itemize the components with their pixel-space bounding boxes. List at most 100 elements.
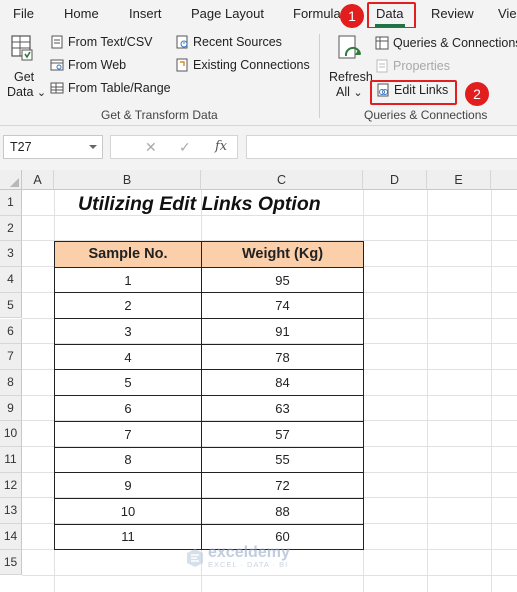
formula-bar: T27 ✕ ✓ fx — [0, 126, 517, 170]
row-header[interactable]: 3 — [0, 241, 22, 268]
header-sample-no[interactable]: Sample No. — [54, 241, 202, 268]
weight-cell[interactable]: 74 — [201, 292, 364, 320]
sample-no-cell[interactable]: 7 — [54, 420, 202, 448]
column-header-partial[interactable] — [491, 170, 517, 190]
weight-cell[interactable]: 57 — [201, 420, 364, 448]
get-transform-group-label: Get & Transform Data — [101, 108, 218, 122]
column-header-b[interactable]: B — [54, 170, 201, 190]
table-row: 6 63 — [54, 395, 364, 422]
refresh-all-label-2: All — [336, 85, 350, 99]
name-box-value: T27 — [10, 140, 32, 154]
cancel-icon[interactable]: ✕ — [145, 139, 157, 156]
existing-connections-label: Existing Connections — [193, 58, 310, 72]
select-all-corner[interactable] — [0, 170, 22, 190]
formula-buttons: ✕ ✓ fx — [110, 135, 238, 159]
tab-file[interactable]: File — [13, 6, 34, 21]
from-text-csv-button[interactable]: From Text/CSV — [50, 35, 153, 49]
get-data-label-1[interactable]: Get — [14, 70, 34, 84]
weight-cell[interactable]: 55 — [201, 446, 364, 474]
sample-no-cell[interactable]: 5 — [54, 369, 202, 397]
watermark-name: exceldemy — [208, 544, 290, 561]
table-row: 3 91 — [54, 318, 364, 345]
text-file-icon — [51, 35, 63, 49]
sample-no-cell[interactable]: 6 — [54, 395, 202, 422]
from-table-range-label: From Table/Range — [68, 81, 171, 95]
recent-sources-icon — [176, 35, 188, 49]
sample-no-cell[interactable]: 11 — [54, 523, 202, 551]
row-header[interactable]: 8 — [0, 369, 22, 396]
weight-cell[interactable]: 78 — [201, 343, 364, 371]
tab-insert[interactable]: Insert — [129, 6, 162, 21]
column-header-a[interactable]: A — [22, 170, 54, 190]
ribbon-panel: Get Data ⌄ From Text/CSV From Web From T… — [0, 28, 517, 126]
refresh-all-button[interactable]: All ⌄ — [336, 85, 363, 99]
sample-no-cell[interactable]: 9 — [54, 472, 202, 499]
get-data-icon[interactable] — [10, 34, 34, 64]
table-row: 9 72 — [54, 472, 364, 499]
insert-function-icon[interactable]: fx — [215, 139, 227, 154]
queries-connections-button[interactable]: Queries & Connections — [375, 36, 517, 50]
column-header-d[interactable]: D — [363, 170, 427, 190]
row-header[interactable]: 7 — [0, 344, 22, 370]
tab-page-layout[interactable]: Page Layout — [191, 6, 264, 21]
weight-cell[interactable]: 95 — [201, 266, 364, 294]
row-header[interactable]: 15 — [0, 549, 22, 576]
header-weight[interactable]: Weight (Kg) — [201, 241, 364, 268]
group-separator — [319, 34, 320, 118]
recent-sources-button[interactable]: Recent Sources — [175, 35, 282, 49]
recent-sources-label: Recent Sources — [193, 35, 282, 49]
table-header-row: Sample No. Weight (Kg) — [54, 241, 364, 268]
row-header[interactable]: 14 — [0, 524, 22, 550]
sample-no-cell[interactable]: 3 — [54, 318, 202, 345]
row-header[interactable]: 10 — [0, 421, 22, 447]
highlight-box-data-tab — [367, 2, 416, 29]
web-page-icon — [50, 59, 64, 71]
highlight-box-edit-links — [370, 80, 457, 105]
from-table-range-button[interactable]: From Table/Range — [50, 81, 171, 95]
row-header[interactable]: 5 — [0, 292, 22, 319]
sample-no-cell[interactable]: 10 — [54, 497, 202, 525]
name-box-dropdown-icon[interactable] — [89, 145, 97, 149]
row-header[interactable]: 11 — [0, 447, 22, 473]
tab-review[interactable]: Review — [431, 6, 474, 21]
sample-no-cell[interactable]: 4 — [54, 343, 202, 371]
row-header[interactable]: 1 — [0, 190, 22, 216]
watermark-tagline: EXCEL · DATA · BI — [208, 560, 289, 569]
properties-button[interactable]: Properties — [375, 59, 450, 73]
weight-cell[interactable]: 88 — [201, 497, 364, 525]
properties-icon — [376, 59, 388, 73]
formula-input[interactable] — [246, 135, 517, 159]
queries-connections-group-label: Queries & Connections — [364, 108, 488, 122]
refresh-all-icon[interactable] — [336, 34, 364, 64]
weight-cell[interactable]: 91 — [201, 318, 364, 345]
watermark: exceldemy EXCEL · DATA · BI — [186, 544, 290, 569]
weight-cell[interactable]: 84 — [201, 369, 364, 397]
sample-no-cell[interactable]: 1 — [54, 266, 202, 294]
enter-icon[interactable]: ✓ — [179, 139, 191, 156]
from-web-label: From Web — [68, 58, 127, 72]
get-data-button[interactable]: Data ⌄ — [7, 85, 46, 99]
sample-no-cell[interactable]: 8 — [54, 446, 202, 474]
refresh-all-label-1[interactable]: Refresh — [329, 70, 373, 84]
column-header-e[interactable]: E — [427, 170, 491, 190]
existing-connections-icon — [176, 58, 188, 72]
tab-formulas[interactable]: Formula — [293, 6, 341, 21]
table-row: 5 84 — [54, 369, 364, 397]
row-header[interactable]: 13 — [0, 498, 22, 525]
tab-view[interactable]: Vie — [498, 6, 517, 21]
sample-no-cell[interactable]: 2 — [54, 292, 202, 320]
existing-connections-button[interactable]: Existing Connections — [175, 58, 310, 72]
from-web-button[interactable]: From Web — [50, 58, 126, 72]
weight-table: Sample No. Weight (Kg) 1 95 2 74 3 91 4 78 5 84 6 6… — [54, 241, 364, 551]
weight-cell[interactable]: 63 — [201, 395, 364, 422]
row-header[interactable]: 12 — [0, 472, 22, 499]
weight-cell[interactable]: 72 — [201, 472, 364, 499]
row-header[interactable]: 9 — [0, 395, 22, 422]
queries-connections-label: Queries & Connections — [393, 36, 517, 50]
column-header-c[interactable]: C — [201, 170, 363, 190]
tab-home[interactable]: Home — [64, 6, 99, 21]
row-header[interactable]: 2 — [0, 215, 22, 242]
row-header[interactable]: 6 — [0, 318, 22, 345]
name-box[interactable]: T27 — [3, 135, 103, 159]
row-header[interactable]: 4 — [0, 267, 22, 293]
